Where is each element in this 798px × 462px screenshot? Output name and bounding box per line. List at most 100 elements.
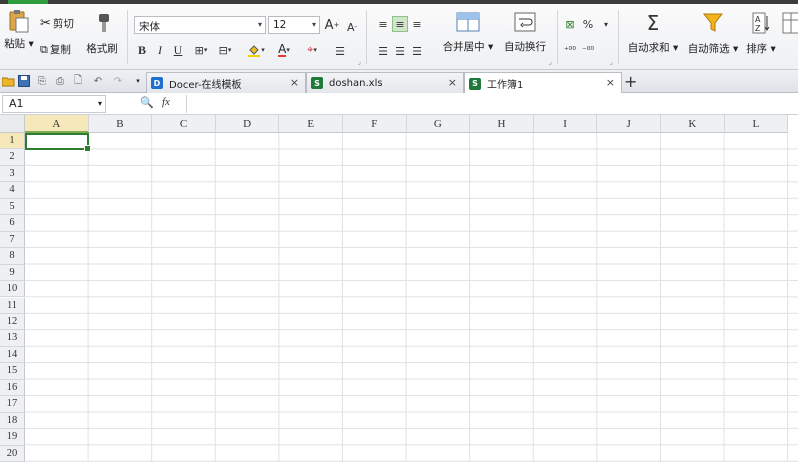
redo-icon[interactable]: ↷ xyxy=(111,74,125,88)
print-icon[interactable]: ⎙ xyxy=(53,74,67,88)
font-name-select[interactable]: 宋体 ▾ xyxy=(134,16,266,34)
font-dialog-launcher[interactable]: ⌟ xyxy=(358,58,361,66)
row-header-4[interactable]: 4 xyxy=(0,182,25,199)
formula-input[interactable] xyxy=(186,95,798,113)
phonetic-button[interactable]: ⌖ ▾ xyxy=(300,42,324,58)
format-button[interactable] xyxy=(781,12,798,37)
copy-button[interactable]: ⧉ 复制 xyxy=(40,42,71,57)
align-bottom-icon: ≡ xyxy=(412,17,422,31)
spreadsheet-grid: ABCDEFGHIJKL 1 2 3 4 5 6 7 8 9 10 11 12 13 14 15 16 17 18… xyxy=(0,115,798,462)
tab-workbook1[interactable]: S 工作簿1 × xyxy=(464,72,622,94)
row-header-16[interactable]: 16 xyxy=(0,379,25,397)
row-header-15[interactable]: 15 xyxy=(0,363,25,380)
new-tab-icon[interactable]: + xyxy=(624,72,637,91)
column-header-d[interactable]: D xyxy=(215,115,280,133)
spreadsheet-icon: S xyxy=(469,77,481,90)
undo-icon[interactable]: ↶ xyxy=(91,74,105,88)
row-header-8[interactable]: 8 xyxy=(0,248,25,265)
cell-style-button[interactable]: ⊟ ▾ xyxy=(214,42,236,58)
align-right-button[interactable]: ☰ xyxy=(409,43,425,59)
fill-color-button[interactable]: ▾ xyxy=(244,42,268,58)
sort-button[interactable]: A Z 排序 ▾ xyxy=(743,12,779,56)
font-size-select[interactable]: 12 ▾ xyxy=(268,16,320,34)
select-all-corner[interactable] xyxy=(0,115,25,133)
zoom-search-icon[interactable]: 🔍 xyxy=(140,96,154,109)
borders-button[interactable]: ⊞ ▾ xyxy=(190,42,212,58)
number-dialog-launcher[interactable]: ⌟ xyxy=(610,58,613,66)
export-icon[interactable]: ⎘ xyxy=(35,74,49,88)
quick-access-dropdown[interactable]: ▾ xyxy=(131,74,145,88)
format-painter-button[interactable]: 格式刷 xyxy=(84,12,120,56)
row-header-13[interactable]: 13 xyxy=(0,330,25,347)
row-header-3[interactable]: 3 xyxy=(0,165,25,183)
column-header-e[interactable]: E xyxy=(279,115,343,133)
font-group: 宋体 ▾ 12 ▾ A + A- B I U ⊞ ▾ ⊟ ▾ ▾ A ▾ ⌖ ▾ ☰ ⌟ xyxy=(130,6,364,68)
underline-button[interactable]: U xyxy=(170,42,186,58)
align-left-button[interactable]: ☰ xyxy=(375,43,391,59)
row-header-6[interactable]: 6 xyxy=(0,215,25,232)
open-icon[interactable] xyxy=(1,74,15,88)
shrink-font-button[interactable]: A- xyxy=(344,19,360,35)
column-header-i[interactable]: I xyxy=(533,115,598,133)
align-distribute-button[interactable]: ☰ xyxy=(332,43,348,59)
close-icon[interactable]: × xyxy=(290,76,299,89)
column-header-k[interactable]: K xyxy=(661,115,725,133)
align-bottom-button[interactable]: ≡ xyxy=(409,16,425,32)
bold-button[interactable]: B xyxy=(134,42,150,58)
row-header-9[interactable]: 9 xyxy=(0,264,25,282)
align-top-button[interactable]: ≡ xyxy=(375,16,391,32)
column-header-h[interactable]: H xyxy=(470,115,534,133)
column-header-a[interactable]: A xyxy=(25,115,89,133)
italic-button[interactable]: I xyxy=(152,42,168,58)
chevron-down-icon: ▾ xyxy=(97,99,102,108)
wrap-text-button[interactable]: 自动换行 xyxy=(499,12,551,54)
tab-docer[interactable]: D Docer-在线模板 × xyxy=(146,72,306,93)
tab-doshan[interactable]: S doshan.xls × xyxy=(306,72,464,93)
row-header-10[interactable]: 10 xyxy=(0,281,25,298)
row-header-7[interactable]: 7 xyxy=(0,231,25,249)
row-header-1[interactable]: 1 xyxy=(0,133,25,150)
close-icon[interactable]: × xyxy=(606,76,615,89)
save-icon[interactable] xyxy=(17,74,31,88)
close-icon[interactable]: × xyxy=(448,76,457,89)
column-header-j[interactable]: J xyxy=(597,115,661,133)
column-header-g[interactable]: G xyxy=(406,115,471,133)
font-color-button[interactable]: A ▾ xyxy=(272,42,296,58)
row-header-17[interactable]: 17 xyxy=(0,396,25,413)
cell-area[interactable] xyxy=(25,133,798,462)
selected-cell[interactable] xyxy=(25,133,91,152)
column-header-c[interactable]: C xyxy=(152,115,216,133)
decrease-decimal-icon: ⁻⁰⁰ xyxy=(582,46,594,56)
autosum-button[interactable]: Σ 自动求和 ▾ xyxy=(625,10,681,55)
row-header-18[interactable]: 18 xyxy=(0,412,25,430)
currency-button[interactable]: ⊠ xyxy=(562,16,578,32)
align-middle-button[interactable]: ≡ xyxy=(392,16,408,32)
paste-button[interactable]: 粘贴 ▾ xyxy=(3,8,35,51)
autofilter-button[interactable]: 自动筛选 ▾ xyxy=(683,12,743,56)
row-header-20[interactable]: 20 xyxy=(0,445,25,462)
number-format-dropdown[interactable]: ▾ xyxy=(598,16,614,32)
fx-icon[interactable]: fx xyxy=(162,96,170,108)
align-center-button[interactable]: ☰ xyxy=(392,43,408,59)
percent-button[interactable]: % xyxy=(580,16,596,32)
editing-group: Σ 自动求和 ▾ 自动筛选 ▾ A Z 排序 ▾ xyxy=(621,6,798,68)
column-header-f[interactable]: F xyxy=(343,115,407,133)
grow-font-button[interactable]: A + xyxy=(324,17,340,33)
increase-decimal-button[interactable]: ⁺⁰⁰ xyxy=(562,43,578,59)
print-preview-icon[interactable]: 🗋 xyxy=(71,74,85,88)
cut-button[interactable]: ✂ 剪切 xyxy=(40,16,74,31)
row-header-5[interactable]: 5 xyxy=(0,198,25,216)
merge-center-button[interactable]: 合并居中 ▾ xyxy=(439,12,497,54)
grow-font-icon: A xyxy=(324,17,334,33)
row-header-14[interactable]: 14 xyxy=(0,346,25,364)
column-header-b[interactable]: B xyxy=(88,115,153,133)
row-header-2[interactable]: 2 xyxy=(0,149,25,166)
row-header-12[interactable]: 12 xyxy=(0,313,25,331)
name-box[interactable]: A1 ▾ xyxy=(2,95,106,113)
row-header-11[interactable]: 11 xyxy=(0,297,25,314)
decrease-decimal-button[interactable]: ⁻⁰⁰ xyxy=(580,43,596,59)
row-header-19[interactable]: 19 xyxy=(0,429,25,446)
tab-label: Docer-在线模板 xyxy=(169,79,242,91)
alignment-dialog-launcher[interactable]: ⌟ xyxy=(549,58,552,66)
column-header-l[interactable]: L xyxy=(724,115,789,133)
